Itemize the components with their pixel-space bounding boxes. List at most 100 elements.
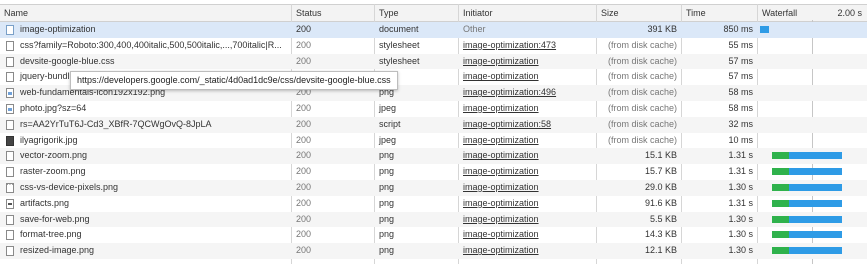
request-status: 200 <box>296 39 312 50</box>
request-size: (from disk cache) <box>607 71 677 82</box>
request-row[interactable]: photo.jpg?sz=64 200 jpeg image-optimizat… <box>0 101 867 117</box>
request-type: stylesheet <box>379 39 420 50</box>
request-name: css-vs-device-pixels.png <box>20 181 119 192</box>
initiator-link[interactable]: image-optimization <box>459 227 596 243</box>
request-time: 1.30 s <box>728 245 753 256</box>
initiator-link[interactable]: image-optimization <box>459 148 596 164</box>
request-status: 200 <box>296 102 312 113</box>
initiator-link[interactable]: image-optimization <box>459 133 596 149</box>
request-size: (from disk cache) <box>607 39 677 50</box>
request-size: 29.0 KB <box>644 181 677 192</box>
request-status: 200 <box>296 229 312 240</box>
request-type: png <box>379 166 395 177</box>
column-header-type[interactable]: Type <box>375 5 458 21</box>
request-name: css?family=Roboto:300,400,400italic,500,… <box>20 39 282 50</box>
request-type: document <box>379 24 419 34</box>
request-size: (from disk cache) <box>607 118 677 129</box>
request-row[interactable]: resized-image.png 200 png image-optimiza… <box>0 243 867 259</box>
request-row[interactable]: rs=AA2YrTuT6J-Cd3_XBfR-7QCWgOvQ-8JpLA 20… <box>0 116 867 133</box>
request-size: 15.1 KB <box>644 150 677 161</box>
request-time: 58 ms <box>728 102 753 113</box>
column-header-initiator[interactable]: Initiator <box>459 5 596 21</box>
request-row[interactable]: format-tree.png 200 png image-optimizati… <box>0 227 867 243</box>
request-status: 200 <box>296 181 312 192</box>
request-time: 1.30 s <box>728 229 753 240</box>
request-row[interactable]: devsite-google-blue.css 200 stylesheet i… <box>0 53 867 70</box>
request-name: ilyagrigorik.jpg <box>20 134 78 145</box>
request-time: 32 ms <box>728 118 753 129</box>
request-type: jpeg <box>379 102 397 113</box>
request-status: 200 <box>296 245 312 256</box>
request-status: 200 <box>296 55 312 66</box>
initiator-link[interactable]: image-optimization <box>459 164 596 180</box>
request-type: png <box>379 229 395 240</box>
request-type: jpeg <box>379 134 397 145</box>
waterfall-bar-download <box>789 183 842 191</box>
request-status: 200 <box>296 166 312 177</box>
initiator-link[interactable]: image-optimization:473 <box>459 38 596 54</box>
request-size: (from disk cache) <box>607 102 677 113</box>
request-row[interactable]: artifacts.png 200 png image-optimization… <box>0 196 867 212</box>
waterfall-bar-download <box>789 152 842 160</box>
request-size: 91.6 KB <box>644 197 677 208</box>
column-header-waterfall[interactable]: Waterfall 2.00 s <box>758 5 867 21</box>
waterfall-bar-waiting <box>772 215 789 223</box>
request-name: resized-image.png <box>20 245 95 256</box>
request-name: raster-zoom.png <box>20 166 86 177</box>
initiator-link[interactable]: image-optimization:58 <box>459 117 596 133</box>
request-time: 57 ms <box>728 55 753 66</box>
initiator-link[interactable]: image-optimization <box>459 69 596 85</box>
request-time: 1.30 s <box>728 181 753 192</box>
network-table-header: Name Status Type Initiator Size Time Wat… <box>0 4 867 22</box>
request-status: 200 <box>296 134 312 145</box>
request-name: artifacts.png <box>20 197 70 208</box>
request-row[interactable]: raster-zoom.png 200 png image-optimizati… <box>0 164 867 180</box>
initiator-link[interactable]: image-optimization <box>459 101 596 117</box>
request-size: 15.7 KB <box>644 166 677 177</box>
waterfall-bar-waiting <box>772 168 789 176</box>
request-type: png <box>379 213 395 224</box>
request-name: rs=AA2YrTuT6J-Cd3_XBfR-7QCWgOvQ-8JpLA <box>20 118 212 129</box>
waterfall-scale-label: 2.00 s <box>837 8 862 18</box>
request-status: 200 <box>296 24 312 34</box>
column-header-size[interactable]: Size <box>597 5 681 21</box>
request-status: 200 <box>296 150 312 161</box>
request-time: 1.31 s <box>728 166 753 177</box>
request-size: (from disk cache) <box>607 134 677 145</box>
request-row[interactable]: css?family=Roboto:300,400,400italic,500,… <box>0 38 867 54</box>
request-status: 200 <box>296 213 312 224</box>
request-row[interactable]: css-vs-device-pixels.png 200 png image-o… <box>0 179 867 196</box>
initiator-link[interactable]: image-optimization:496 <box>459 85 596 101</box>
request-row[interactable]: save-for-web.png 200 png image-optimizat… <box>0 211 867 228</box>
waterfall-label: Waterfall <box>762 8 798 18</box>
request-type: png <box>379 197 395 208</box>
request-list: image-optimization 200 document Other 39… <box>0 22 867 259</box>
request-type: stylesheet <box>379 55 420 66</box>
initiator-link[interactable]: image-optimization <box>459 54 596 70</box>
column-header-time[interactable]: Time <box>682 5 757 21</box>
waterfall-bar-download <box>789 215 842 223</box>
request-size: 391 KB <box>647 24 677 34</box>
request-status: 200 <box>296 118 312 129</box>
request-status: 200 <box>296 197 312 208</box>
column-header-status[interactable]: Status <box>292 5 374 21</box>
request-type: png <box>379 245 395 256</box>
initiator-link[interactable]: image-optimization <box>459 196 596 212</box>
initiator-link[interactable]: image-optimization <box>459 180 596 196</box>
column-header-name[interactable]: Name <box>0 5 291 21</box>
request-row[interactable]: vector-zoom.png 200 png image-optimizati… <box>0 148 867 165</box>
request-row[interactable]: ilyagrigorik.jpg 200 jpeg image-optimiza… <box>0 133 867 149</box>
waterfall-bar-waiting <box>772 247 789 255</box>
request-size: (from disk cache) <box>607 87 677 98</box>
request-size: (from disk cache) <box>607 55 677 66</box>
request-size: 12.1 KB <box>644 245 677 256</box>
waterfall-bar-waiting <box>772 231 789 239</box>
initiator-link[interactable]: image-optimization <box>459 243 596 259</box>
request-time: 1.31 s <box>728 197 753 208</box>
waterfall-bar-download <box>789 168 842 176</box>
initiator-link[interactable]: image-optimization <box>459 212 596 228</box>
request-name: devsite-google-blue.css <box>20 55 115 66</box>
waterfall-bar-download <box>789 199 842 207</box>
waterfall-bar-waiting <box>772 183 789 191</box>
request-row[interactable]: image-optimization 200 document Other 39… <box>0 22 867 38</box>
